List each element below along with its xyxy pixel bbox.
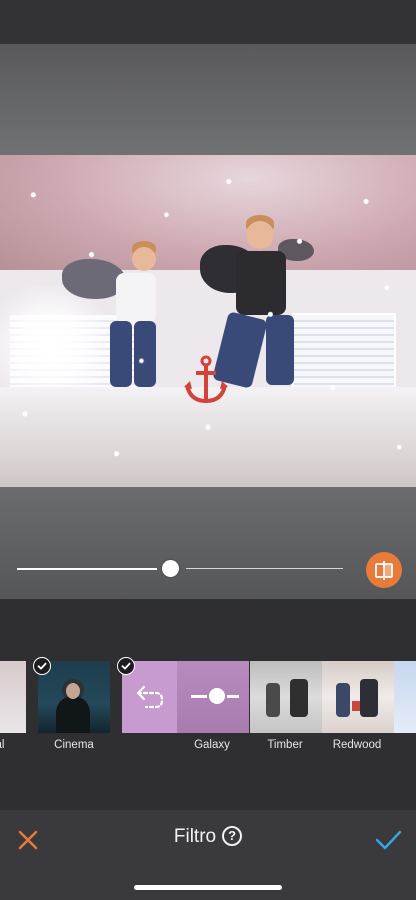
undo-icon bbox=[136, 685, 163, 709]
slider-track-filled bbox=[17, 568, 157, 570]
bottom-bar: Filtro? bbox=[0, 810, 416, 900]
slider-track-empty bbox=[186, 568, 343, 569]
slider-thumb[interactable] bbox=[162, 560, 179, 577]
filter-thumbnail-timber[interactable] bbox=[250, 661, 322, 733]
screen-title: Filtro bbox=[173, 826, 217, 847]
checkmark-badge-icon bbox=[121, 662, 131, 670]
filter-label-redwood: Redwood bbox=[332, 739, 382, 751]
filter-label-galaxy: Galaxy bbox=[194, 739, 230, 751]
filter-thumbnail[interactable] bbox=[0, 661, 26, 733]
filter-thumbnail-active[interactable] bbox=[122, 661, 249, 733]
compare-icon bbox=[375, 561, 393, 580]
bottom-title: Filtro? bbox=[0, 826, 416, 848]
filter-label-cinema: Cinema bbox=[54, 739, 94, 751]
selected-badge bbox=[33, 657, 51, 675]
filter-strip[interactable]: al Cinema Galaxy Timber Redwood bbox=[0, 599, 416, 810]
checkmark-icon[interactable] bbox=[374, 828, 402, 852]
filter-thumbnail[interactable] bbox=[394, 661, 416, 733]
top-bar bbox=[0, 0, 416, 44]
selected-badge bbox=[117, 657, 135, 675]
filter-label-timber: Timber bbox=[267, 739, 303, 751]
help-icon[interactable]: ? bbox=[222, 826, 243, 846]
canvas-area bbox=[0, 44, 416, 599]
compare-button[interactable] bbox=[366, 552, 402, 588]
feathers-overlay bbox=[0, 155, 416, 487]
home-indicator bbox=[134, 885, 282, 890]
filter-thumbnail-redwood[interactable] bbox=[322, 661, 394, 733]
photo-preview[interactable] bbox=[0, 155, 416, 487]
checkmark-badge-icon bbox=[37, 662, 47, 670]
intensity-slider[interactable] bbox=[17, 560, 343, 578]
